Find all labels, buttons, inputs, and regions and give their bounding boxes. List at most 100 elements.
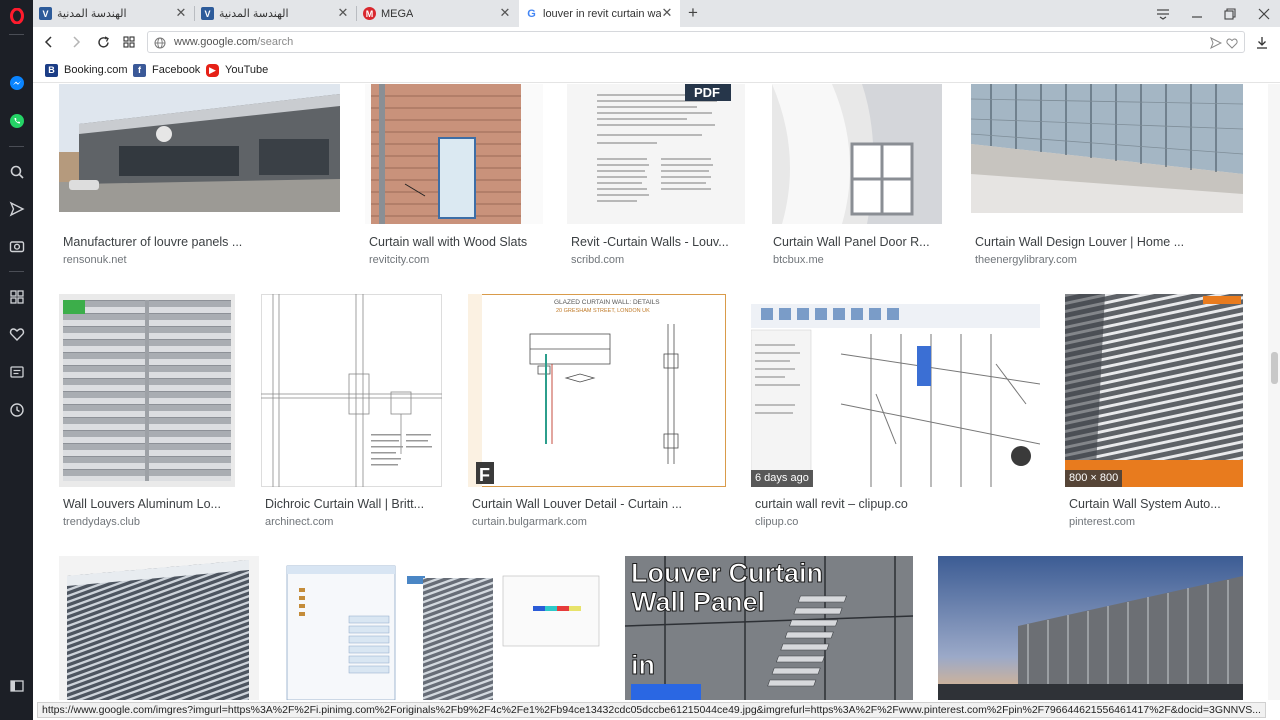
result-source[interactable]: pinterest.com xyxy=(1069,516,1135,528)
result-thumbnail[interactable]: 6 days ago xyxy=(751,294,1040,487)
result-caption[interactable]: Curtain Wall Louver Detail - Curtain ... xyxy=(472,497,726,511)
result-thumbnail[interactable]: Louver Curtain Wall Panel in xyxy=(625,556,913,700)
result-source[interactable]: btcbux.me xyxy=(773,254,824,266)
result-source[interactable]: clipup.co xyxy=(755,516,798,528)
status-link-url: https://www.google.com/imgres?imgurl=htt… xyxy=(37,702,1266,718)
result-thumbnail[interactable] xyxy=(772,84,942,224)
address-bar[interactable]: www.google.com/search xyxy=(147,31,1245,53)
search-icon[interactable] xyxy=(0,160,33,184)
image-result[interactable]: Curtain Wall Design Louver | Home ... th… xyxy=(971,84,1243,274)
reload-icon[interactable] xyxy=(93,32,113,52)
history-icon[interactable] xyxy=(0,398,33,422)
result-caption[interactable]: Curtain wall with Wood Slats xyxy=(369,235,543,249)
result-thumbnail[interactable] xyxy=(59,556,259,700)
tab-3[interactable]: M MEGA ✕ xyxy=(357,0,518,27)
result-caption[interactable]: Curtain Wall System Auto... xyxy=(1069,497,1243,511)
sidebar-divider xyxy=(9,34,24,35)
result-thumbnail[interactable] xyxy=(261,294,442,487)
close-window-icon[interactable] xyxy=(1247,0,1280,27)
page-scrollbar[interactable] xyxy=(1268,84,1280,700)
tab-2[interactable]: V الهندسة المدنية ✕ xyxy=(195,0,356,27)
tab-active[interactable]: G louver in revit curtain wall ✕ xyxy=(519,0,680,27)
result-badge: 800 × 800 xyxy=(1065,470,1123,487)
image-result[interactable]: GLAZED CURTAIN WALL: DETAILS 20 GRESHAM … xyxy=(468,294,726,534)
result-caption[interactable]: Wall Louvers Aluminum Lo... xyxy=(63,497,235,511)
restore-icon[interactable] xyxy=(1213,0,1246,27)
arabic-site-icon: V xyxy=(39,7,52,20)
whatsapp-icon[interactable] xyxy=(0,109,33,133)
result-thumbnail[interactable] xyxy=(365,84,543,224)
tab-menu-icon[interactable] xyxy=(1146,0,1179,27)
image-result[interactable]: PDF Revit -Curtain Walls - Louv... scrib… xyxy=(567,84,745,274)
result-caption[interactable]: Revit -Curtain Walls - Louv... xyxy=(571,235,745,249)
image-result[interactable]: Curtain Wall Panel Door R... btcbux.me xyxy=(769,84,947,274)
camera-icon[interactable] xyxy=(0,234,33,258)
image-result[interactable]: 800 × 800 Curtain Wall System Auto... pi… xyxy=(1065,294,1243,534)
messenger-icon[interactable] xyxy=(0,71,33,95)
close-icon[interactable]: ✕ xyxy=(336,5,350,20)
image-result[interactable]: Curtain wall with Wood Slats revitcity.c… xyxy=(365,84,543,274)
image-result[interactable] xyxy=(938,556,1243,700)
facebook-icon: f xyxy=(133,63,146,77)
result-thumbnail[interactable]: GLAZED CURTAIN WALL: DETAILS 20 GRESHAM … xyxy=(468,294,726,487)
bookmark-label: Facebook xyxy=(152,64,201,76)
result-caption[interactable]: curtain wall revit – clipup.co xyxy=(755,497,1040,511)
result-source[interactable]: theenergylibrary.com xyxy=(975,254,1077,266)
bookmark-label: YouTube xyxy=(225,64,269,76)
bookmark-heart-icon[interactable] xyxy=(1226,36,1238,54)
opera-logo-icon[interactable] xyxy=(0,4,33,28)
pdf-overlay: PDF xyxy=(694,85,720,100)
result-thumbnail[interactable] xyxy=(59,294,235,487)
result-source[interactable]: revitcity.com xyxy=(369,254,429,266)
address-path: /search xyxy=(257,36,294,48)
bookmark-facebook[interactable]: f Facebook xyxy=(133,62,200,78)
image-result[interactable]: Dichroic Curtain Wall | Britt... archine… xyxy=(261,294,442,534)
result-source[interactable]: curtain.bulgarmark.com xyxy=(472,516,587,528)
result-thumbnail[interactable] xyxy=(283,556,600,700)
new-tab-button[interactable]: + xyxy=(684,3,702,22)
news-icon[interactable] xyxy=(0,360,33,384)
bookmark-booking[interactable]: B Booking.com xyxy=(45,62,128,78)
result-thumbnail[interactable] xyxy=(59,84,340,212)
close-icon[interactable]: ✕ xyxy=(660,5,674,20)
heart-icon[interactable] xyxy=(0,322,33,346)
bookmarks-bar: B Booking.com f Facebook ▶ YouTube xyxy=(33,57,1280,83)
bookmark-youtube[interactable]: ▶ YouTube xyxy=(206,62,268,78)
result-caption[interactable]: Manufacturer of louvre panels ... xyxy=(63,235,339,249)
download-icon[interactable] xyxy=(1252,32,1272,52)
scrollbar-thumb[interactable] xyxy=(1271,352,1278,384)
result-source[interactable]: scribd.com xyxy=(571,254,624,266)
minimize-icon[interactable] xyxy=(1180,0,1213,27)
result-thumbnail[interactable]: 800 × 800 xyxy=(1065,294,1243,487)
sidebar-toggle-icon[interactable] xyxy=(0,674,33,698)
result-thumbnail[interactable] xyxy=(971,84,1243,213)
forward-icon[interactable] xyxy=(66,32,86,52)
overlay-title-line3: in xyxy=(631,650,655,680)
result-caption[interactable]: Curtain Wall Panel Door R... xyxy=(773,235,947,249)
tab-1[interactable]: V الهندسة المدنية ✕ xyxy=(33,0,194,27)
image-result[interactable]: Louver Curtain Wall Panel in xyxy=(625,556,913,700)
image-result[interactable]: Wall Louvers Aluminum Lo... trendydays.c… xyxy=(59,294,235,534)
send-icon[interactable] xyxy=(0,197,33,221)
arabic-site-icon: V xyxy=(201,7,214,20)
result-source[interactable]: trendydays.club xyxy=(63,516,140,528)
image-result[interactable]: Manufacturer of louvre panels ... renson… xyxy=(59,84,340,274)
result-caption[interactable]: Curtain Wall Design Louver | Home ... xyxy=(975,235,1243,249)
close-icon[interactable]: ✕ xyxy=(498,5,512,20)
tabs-grid-icon[interactable] xyxy=(119,32,139,52)
result-source[interactable]: rensonuk.net xyxy=(63,254,127,266)
close-icon[interactable]: ✕ xyxy=(174,5,188,20)
result-thumbnail[interactable]: PDF xyxy=(567,84,745,224)
back-icon[interactable] xyxy=(39,32,59,52)
result-thumbnail[interactable] xyxy=(938,556,1243,700)
result-caption[interactable]: Dichroic Curtain Wall | Britt... xyxy=(265,497,442,511)
tab-strip: V الهندسة المدنية ✕ V الهندسة المدنية ✕ … xyxy=(33,0,1280,27)
speed-dial-icon[interactable] xyxy=(0,285,33,309)
image-result[interactable] xyxy=(59,556,259,700)
send-page-icon[interactable] xyxy=(1210,36,1223,54)
booking-icon: B xyxy=(45,63,58,77)
result-source[interactable]: archinect.com xyxy=(265,516,333,528)
status-bar: https://www.google.com/imgres?imgurl=htt… xyxy=(33,700,1280,720)
image-result[interactable]: 6 days ago curtain wall revit – clipup.c… xyxy=(751,294,1040,534)
image-result[interactable] xyxy=(283,556,600,700)
